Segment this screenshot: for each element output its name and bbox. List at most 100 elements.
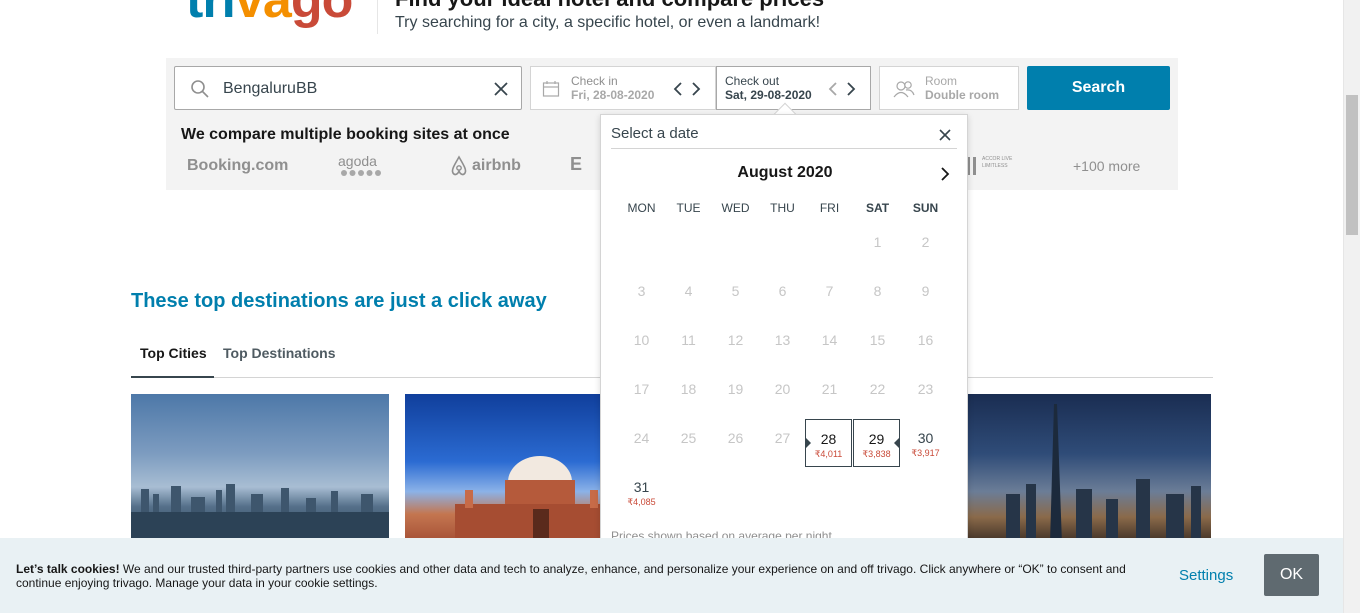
agoda-dots-icon	[341, 170, 381, 176]
calendar-day: 11	[665, 321, 712, 369]
day-number: 25	[680, 430, 697, 446]
more-partners-link[interactable]: +100 more	[1073, 158, 1140, 174]
cookie-lead: Let’s talk cookies!	[16, 562, 120, 576]
calendar-day: 10	[618, 321, 665, 369]
partner-logo-booking: Booking.com	[187, 157, 289, 174]
partner-logo-accor: ACCOR LIVE LIMITLESS	[982, 156, 1013, 169]
calendar-day: 2	[902, 223, 949, 271]
day-number: 3	[637, 283, 646, 299]
search-button[interactable]: Search	[1027, 66, 1170, 110]
calendar-day: 15	[854, 321, 901, 369]
day-number: 27	[774, 430, 791, 446]
checkin-value: Fri, 28-08-2020	[571, 88, 655, 102]
day-number: 16	[917, 332, 934, 348]
calendar-day: 9	[902, 272, 949, 320]
cookie-banner[interactable]: Let’s talk cookies! We and our trusted t…	[0, 538, 1343, 613]
calendar-day: 1	[854, 223, 901, 271]
day-number: 1	[873, 234, 882, 250]
day-number: 30	[917, 430, 934, 446]
cookie-body: We and our trusted third-party partners …	[16, 562, 1126, 590]
calendar-day[interactable]: 31 ₹4,085	[618, 468, 665, 516]
room-label: Room	[925, 74, 958, 88]
search-icon	[191, 80, 209, 98]
day-number: 19	[727, 381, 744, 397]
calendar-day: 4	[665, 272, 712, 320]
tab-top-destinations[interactable]: Top Destinations	[223, 334, 353, 377]
logo-part-2: va	[235, 0, 292, 29]
weekday-label: MON	[627, 201, 656, 215]
city-card-image[interactable]	[405, 394, 605, 544]
day-price: ₹4,085	[627, 497, 656, 507]
room-field[interactable]: Room Double room	[879, 66, 1019, 110]
trivago-logo[interactable]: trivago	[186, 0, 354, 29]
calendar-day[interactable]: 30 ₹3,917	[902, 419, 949, 467]
weekday-label: THU	[770, 201, 795, 215]
header-divider	[377, 0, 378, 34]
day-number: 23	[917, 381, 934, 397]
city-card-image[interactable]	[131, 394, 389, 544]
calendar-day: 6	[759, 272, 806, 320]
day-number: 14	[821, 332, 838, 348]
scrollbar-thumb[interactable]	[1346, 95, 1358, 235]
calendar-day[interactable]: 28 ₹4,011	[805, 419, 852, 467]
calendar-day: 22	[854, 370, 901, 418]
day-number: 28	[820, 431, 837, 447]
checkin-prev-day-icon[interactable]	[671, 80, 685, 98]
calendar-day: 19	[712, 370, 759, 418]
destination-input[interactable]	[223, 77, 483, 101]
day-number: 21	[821, 381, 838, 397]
day-number: 4	[684, 283, 693, 299]
calendar-day: 24	[618, 419, 665, 467]
datepicker-divider	[611, 148, 957, 149]
checkout-prev-day-icon[interactable]	[826, 80, 840, 98]
checkin-next-day-icon[interactable]	[689, 80, 703, 98]
day-number: 2	[921, 234, 930, 250]
skyline-image	[131, 484, 389, 544]
calendar-day: 23	[902, 370, 949, 418]
weekday-label: WED	[721, 201, 750, 215]
close-icon[interactable]	[938, 128, 952, 142]
city-card-image[interactable]	[966, 394, 1211, 544]
calendar-day: 18	[665, 370, 712, 418]
calendar-day: 25	[665, 419, 712, 467]
tab-top-cities[interactable]: Top Cities	[131, 334, 214, 378]
cookie-settings-link[interactable]: Settings	[1179, 567, 1233, 584]
day-number: 9	[921, 283, 930, 299]
page-scrollbar[interactable]	[1343, 0, 1360, 613]
calendar-day[interactable]: 29 ₹3,838	[853, 419, 900, 467]
day-number: 17	[633, 381, 650, 397]
partner-logo-airbnb: airbnb	[472, 157, 521, 174]
logo-part-3: go	[290, 0, 354, 29]
day-number: 7	[825, 283, 834, 299]
weekday-label: FRI	[819, 201, 840, 215]
checkin-field[interactable]: Check in Fri, 28-08-2020	[530, 66, 716, 110]
cookie-ok-button[interactable]: OK	[1264, 554, 1319, 596]
weekday-label: SAT	[865, 201, 890, 215]
calendar-day: 13	[759, 321, 806, 369]
range-end-marker	[894, 438, 899, 448]
page-heading: Find your ideal hotel and compare prices	[395, 0, 824, 12]
logo-part-1: tri	[186, 0, 236, 29]
partner-logo-agoda: agoda	[338, 153, 377, 169]
day-number: 6	[778, 283, 787, 299]
destination-field[interactable]	[174, 66, 522, 110]
calendar-day: 5	[712, 272, 759, 320]
room-value: Double room	[925, 88, 999, 102]
checkin-label: Check in	[571, 74, 618, 88]
day-price: ₹4,011	[814, 449, 843, 459]
checkout-field[interactable]: Check out Sat, 29-08-2020	[716, 66, 871, 110]
day-number: 12	[727, 332, 744, 348]
range-start-marker	[806, 438, 811, 448]
day-number: 22	[869, 381, 886, 397]
checkout-label: Check out	[725, 74, 780, 88]
day-number: 31	[633, 479, 650, 495]
checkout-value: Sat, 29-08-2020	[725, 88, 812, 102]
month-label: August 2020	[737, 164, 833, 181]
next-month-icon[interactable]	[939, 166, 951, 182]
compare-heading: We compare multiple booking sites at onc…	[181, 126, 510, 143]
clear-icon[interactable]	[491, 79, 511, 99]
airbnb-icon	[451, 155, 467, 176]
calendar-icon	[542, 81, 560, 97]
checkout-next-day-icon[interactable]	[844, 80, 858, 98]
cookie-message: Let’s talk cookies! We and our trusted t…	[16, 562, 1136, 590]
